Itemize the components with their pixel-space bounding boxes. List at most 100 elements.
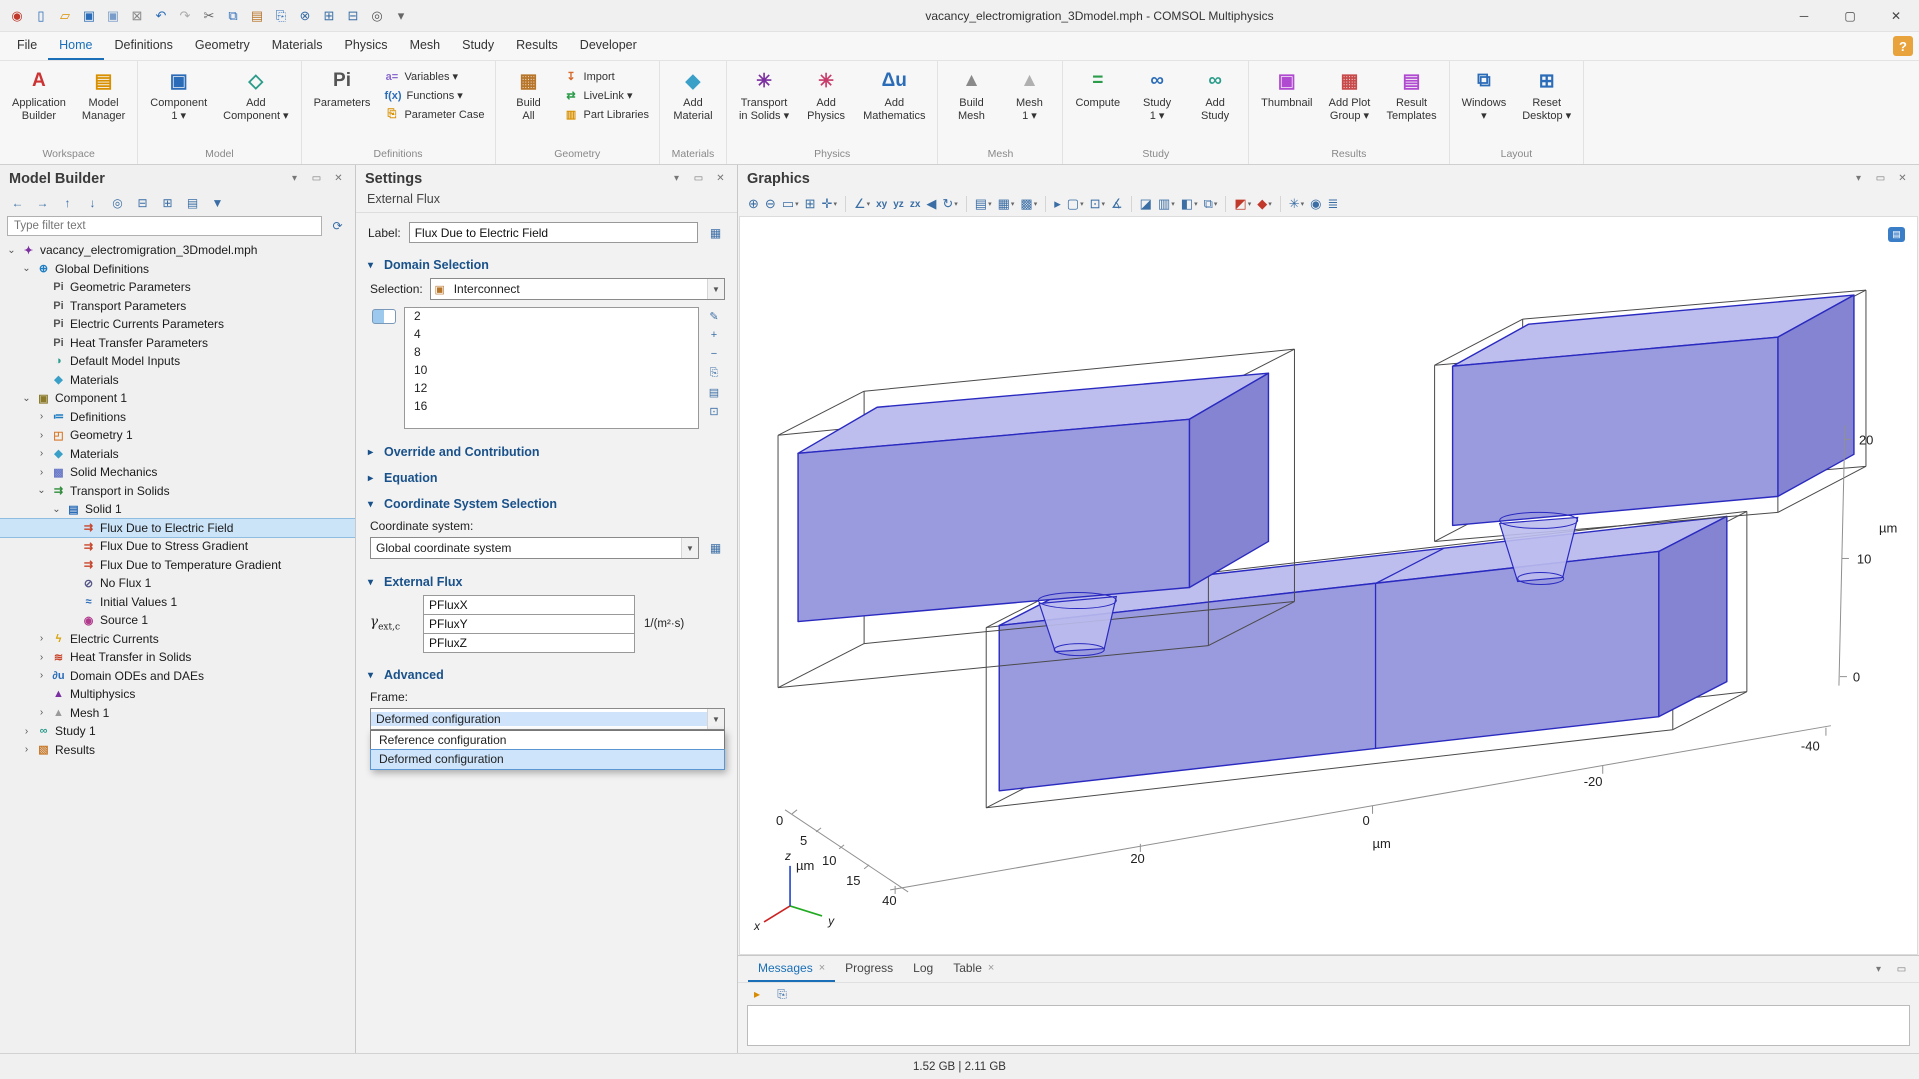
tree-item-transport-in-solids[interactable]: ⌄⇉Transport in Solids xyxy=(0,482,355,501)
move-up-icon[interactable]: ↑ xyxy=(57,193,78,212)
rename-icon[interactable]: ▦ xyxy=(706,223,725,242)
forward-icon[interactable]: → xyxy=(32,193,53,212)
redo-icon[interactable]: ↷ xyxy=(174,5,196,27)
tree-item-results[interactable]: ›▧Results xyxy=(0,741,355,760)
coordinate-system-combobox[interactable]: Global coordinate system ▼ xyxy=(370,537,699,559)
go-to-source-icon[interactable]: ▦ xyxy=(706,539,725,558)
menu-developer[interactable]: Developer xyxy=(569,32,648,60)
ribbon-thumbnail-button[interactable]: ▣Thumbnail xyxy=(1254,63,1319,112)
new-file-icon[interactable]: ▯ xyxy=(30,5,52,27)
collapse-arrow-icon[interactable]: ⌄ xyxy=(36,485,47,496)
expand-arrow-icon[interactable]: › xyxy=(21,744,32,755)
chevron-down-icon[interactable]: ▼ xyxy=(707,709,724,729)
ribbon-component-1-button[interactable]: ▣Component 1 ▾ xyxy=(143,63,214,125)
selection-entity[interactable]: 10 xyxy=(405,362,698,380)
camera-icon[interactable]: ◀ xyxy=(923,194,939,214)
tree-item-definitions[interactable]: ›≔Definitions xyxy=(0,408,355,427)
ribbon-variables-button[interactable]: a=Variables ▾ xyxy=(379,69,489,84)
advanced-section-header[interactable]: ▾ Advanced xyxy=(368,663,725,687)
expand-arrow-icon[interactable]: › xyxy=(36,707,47,718)
tree-item-vacancy-electromigration-3dmodel-mph[interactable]: ⌄✦vacancy_electromigration_3Dmodel.mph xyxy=(0,241,355,260)
new-selection-icon[interactable]: ✎ xyxy=(705,308,723,324)
transparency-icon[interactable]: ◪ xyxy=(1137,194,1155,214)
menu-geometry[interactable]: Geometry xyxy=(184,32,261,60)
ribbon-functions-button[interactable]: f(x)Functions ▾ xyxy=(379,88,489,103)
tree-item-study-1[interactable]: ›∞Study 1 xyxy=(0,722,355,741)
zx-view-icon[interactable]: zx xyxy=(907,197,924,212)
tree-item-heat-transfer-parameters[interactable]: PiHeat Transfer Parameters xyxy=(0,334,355,353)
table-window-icon[interactable]: ⊟ xyxy=(342,5,364,27)
filter-refresh-icon[interactable]: ⟳ xyxy=(327,217,348,236)
gfx-menu-icon[interactable]: ▾ xyxy=(1851,171,1866,186)
settings-menu-icon[interactable]: ▾ xyxy=(669,171,684,186)
delete-icon[interactable]: ⊗ xyxy=(294,5,316,27)
plot-tools-icon[interactable]: ▤ xyxy=(1888,227,1905,242)
frame-combobox[interactable]: Deformed configuration ▼ xyxy=(370,708,725,730)
expand-all-icon[interactable]: ⊞ xyxy=(157,193,178,212)
close-tab-icon[interactable]: × xyxy=(988,962,994,974)
wireframe-icon[interactable]: ▥▾ xyxy=(1155,194,1178,214)
ribbon-windows-button[interactable]: ⧉Windows ▾ xyxy=(1455,63,1514,125)
flux-x-input[interactable] xyxy=(423,595,635,615)
ribbon-import-button[interactable]: ↧Import xyxy=(559,69,654,84)
snapshot-icon[interactable]: ◉ xyxy=(1307,194,1324,214)
menu-materials[interactable]: Materials xyxy=(261,32,334,60)
override-section-header[interactable]: ▸ Override and Contribution xyxy=(368,440,725,464)
mb-close-icon[interactable]: ✕ xyxy=(331,171,346,186)
solid-upper-right[interactable] xyxy=(1453,295,1854,525)
ribbon-transport-in-solids-button[interactable]: ✳Transport in Solids ▾ xyxy=(732,63,796,125)
tab-log[interactable]: Log xyxy=(903,956,943,982)
ribbon-model-manager-button[interactable]: ▤Model Manager xyxy=(75,63,132,125)
rotate-view-icon[interactable]: ↻▾ xyxy=(939,194,960,214)
view-menu-icon[interactable]: ▤▾ xyxy=(972,194,995,214)
material-color-icon[interactable]: ◆▾ xyxy=(1254,194,1275,214)
expand-arrow-icon[interactable]: › xyxy=(36,430,47,441)
tree-item-geometry-1[interactable]: ›◰Geometry 1 xyxy=(0,426,355,445)
tree-item-flux-due-to-electric-field[interactable]: ⇉Flux Due to Electric Field xyxy=(0,519,355,538)
print-icon[interactable]: ≣ xyxy=(1324,194,1341,214)
mb-float-icon[interactable]: ▭ xyxy=(309,171,324,186)
settings-close-icon[interactable]: ✕ xyxy=(713,171,728,186)
clip-plane-icon[interactable]: ◧▾ xyxy=(1178,194,1201,214)
domain-selection-section-header[interactable]: ▾ Domain Selection xyxy=(368,253,725,277)
cut-icon[interactable]: ✂ xyxy=(198,5,220,27)
tree-item-flux-due-to-temperature-gradient[interactable]: ⇉Flux Due to Temperature Gradient xyxy=(0,556,355,575)
flux-z-input[interactable] xyxy=(423,633,635,653)
selection-entity-list[interactable]: 248101216 xyxy=(404,307,699,429)
select-box-icon[interactable]: ▢▾ xyxy=(1064,194,1087,214)
tree-item-no-flux-1[interactable]: ⊘No Flux 1 xyxy=(0,574,355,593)
menu-physics[interactable]: Physics xyxy=(333,32,398,60)
measure-icon[interactable]: ∡ xyxy=(1108,194,1126,214)
collapse-arrow-icon[interactable]: ⌄ xyxy=(21,263,32,274)
filter-input[interactable] xyxy=(7,216,322,236)
msg-minimize-icon[interactable]: ▾ xyxy=(1871,962,1886,977)
frame-option-reference-configuration[interactable]: Reference configuration xyxy=(371,731,724,750)
zoom-selected-icon[interactable]: ⊡▾ xyxy=(1087,194,1108,214)
tree-item-solid-mechanics[interactable]: ›▩Solid Mechanics xyxy=(0,463,355,482)
select-icon[interactable]: ▸ xyxy=(1051,194,1064,214)
expand-arrow-icon[interactable]: › xyxy=(36,411,47,422)
tab-table[interactable]: Table× xyxy=(943,956,1004,982)
settings-float-icon[interactable]: ▭ xyxy=(691,171,706,186)
menu-results[interactable]: Results xyxy=(505,32,569,60)
tree-item-multiphysics[interactable]: ▲Multiphysics xyxy=(0,685,355,704)
selection-entity[interactable]: 2 xyxy=(405,308,698,326)
selection-entity[interactable]: 4 xyxy=(405,326,698,344)
scene-light-icon[interactable]: ✳▾ xyxy=(1286,194,1307,214)
ribbon-mesh-1-button[interactable]: ▲Mesh 1 ▾ xyxy=(1001,63,1057,125)
back-icon[interactable]: ← xyxy=(7,193,28,212)
undo-icon[interactable]: ↶ xyxy=(150,5,172,27)
expand-arrow-icon[interactable]: › xyxy=(36,448,47,459)
expand-arrow-icon[interactable]: › xyxy=(36,633,47,644)
graphics-canvas[interactable]: 20µm100-40-200µm2040151050µmxyz ▤ xyxy=(739,216,1918,955)
tree-item-electric-currents[interactable]: ›ϟElectric Currents xyxy=(0,630,355,649)
tree-item-source-1[interactable]: ◉Source 1 xyxy=(0,611,355,630)
model-tree-window-icon[interactable]: ⊞ xyxy=(318,5,340,27)
tree-item-materials[interactable]: ◆Materials xyxy=(0,371,355,390)
image-settings-icon[interactable]: ▩▾ xyxy=(1017,194,1040,214)
tab-progress[interactable]: Progress xyxy=(835,956,903,982)
ribbon-part-libraries-button[interactable]: ▥Part Libraries xyxy=(559,107,654,122)
ribbon-build-all-button[interactable]: ▦Build All xyxy=(501,63,557,125)
menu-home[interactable]: Home xyxy=(48,32,103,60)
selection-combobox[interactable]: ▣ Interconnect ▼ xyxy=(430,278,725,300)
